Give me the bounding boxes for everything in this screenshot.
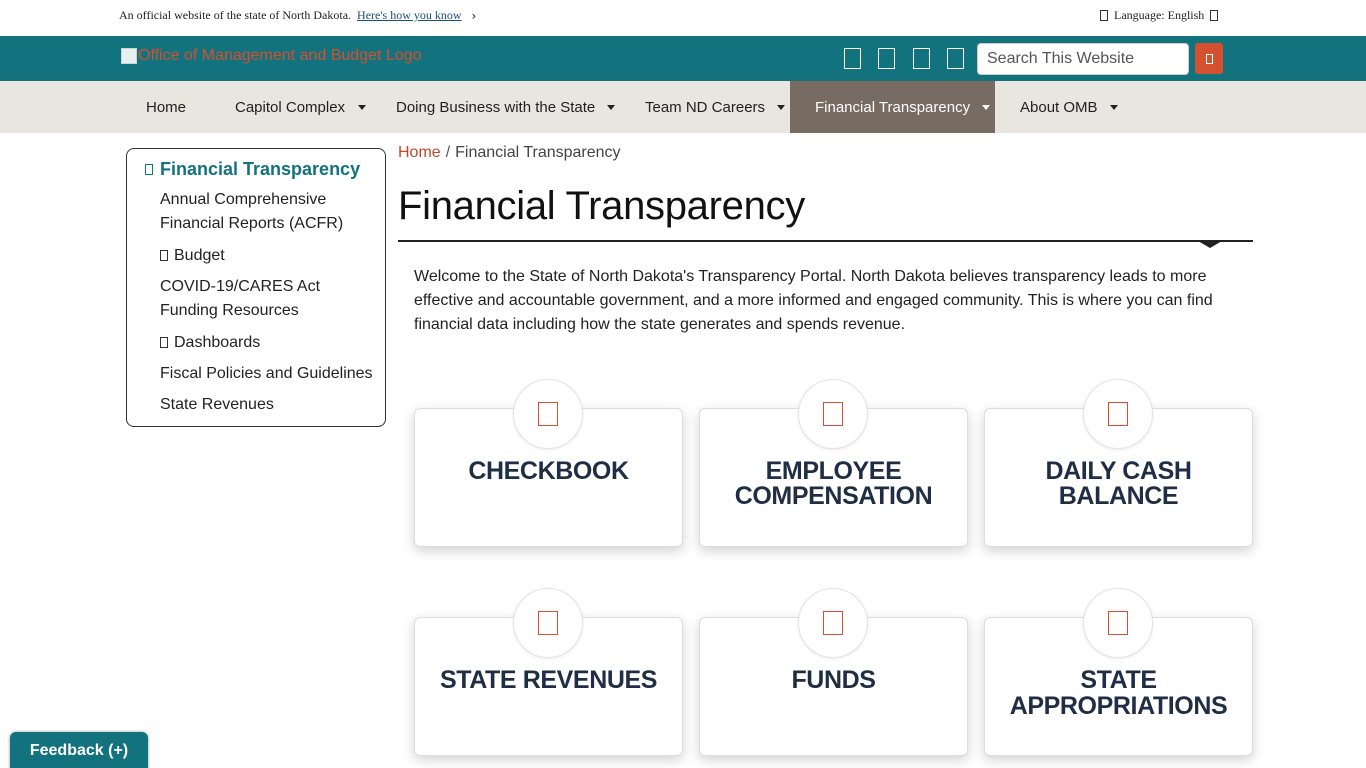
sidebar-item-covid[interactable]: COVID-19/CARES Act Funding Resources [160,275,360,323]
how-you-know-link[interactable]: Here's how you know [357,8,461,23]
expand-icon[interactable] [160,337,168,348]
main-nav: Home Capitol Complex Doing Business with… [0,81,1366,133]
sidebar-item-label: Annual Comprehensive Financial Reports (… [160,191,344,232]
nav-item-capitol-complex[interactable]: Capitol Complex [211,81,371,133]
employee-icon [798,379,868,449]
sidebar-item-dashboards[interactable]: Dashboards [160,331,260,355]
sidebar-item-label: Dashboards [174,334,261,351]
omb-logo[interactable]: Office of Management and Budget Logo [121,47,421,65]
card-title-line1: EMPLOYEE [765,457,902,485]
card-title-line2: BALANCE [1058,482,1179,510]
card-title-line2: COMPENSATION [734,482,933,510]
sidebar-item-label: COVID-19/CARES Act Funding Resources [160,278,321,319]
nav-label: Financial Transparency [815,98,971,116]
nav-label: Capitol Complex [235,98,346,116]
card-title-line1: DAILY CASH [1045,457,1192,485]
feedback-button[interactable]: Feedback (+) [10,732,148,768]
breadcrumb-current: Financial Transparency [455,144,621,161]
nav-item-financial-transparency[interactable]: Financial Transparency [790,81,995,133]
caret-down-icon [607,105,615,110]
sidebar-item-acfr[interactable]: Annual Comprehensive Financial Reports (… [160,188,375,236]
language-selector[interactable]: Language: English [1100,8,1219,23]
revenue-icon [513,588,583,658]
caret-down-icon [982,105,990,110]
official-notice: An official website of the state of Nort… [119,8,476,23]
intro-paragraph: Welcome to the State of North Dakota's T… [414,268,1213,333]
linkedin-icon[interactable] [913,48,930,69]
sidebar-item-label: State Revenues [160,396,274,413]
page-title: Financial Transparency [398,184,805,228]
caret-down-icon [1110,105,1118,110]
card-title-line2: APPROPRIATIONS [1009,692,1228,720]
twitter-icon[interactable] [878,48,895,69]
expand-icon[interactable] [160,250,168,261]
checkbook-icon [513,379,583,449]
card-title: CHECKBOOK [468,457,629,485]
breadcrumb-separator: / [445,144,451,161]
chevron-right-icon[interactable]: › [472,9,477,23]
funds-icon [798,588,868,658]
globe-icon [1100,10,1108,21]
sidebar-item-label: Fiscal Policies and Guidelines [160,365,373,382]
title-divider-notch [1198,241,1222,248]
title-divider [398,240,1253,242]
chevron-down-icon [1210,10,1219,21]
sidebar-item-fiscal-policies[interactable]: Fiscal Policies and Guidelines [160,362,373,386]
search-box [977,43,1189,75]
official-text: An official website of the state of Nort… [119,8,352,22]
sidebar-title-label: Financial Transparency [160,159,361,179]
breadcrumb: Home / Financial Transparency [398,144,621,162]
search-input[interactable] [978,44,1188,74]
card-title: FUNDS [791,666,876,694]
facebook-icon[interactable] [844,48,861,69]
cash-icon [1083,379,1153,449]
breadcrumb-home-link[interactable]: Home [398,144,441,161]
nav-item-home[interactable]: Home [121,81,211,133]
card-title-line1: STATE [1080,666,1157,694]
nav-label: About OMB [1020,98,1098,116]
nav-label: Home [145,98,186,116]
language-label[interactable]: Language: English [1114,8,1204,23]
site-header: Office of Management and Budget Logo [0,36,1366,81]
sidebar-item-state-revenues[interactable]: State Revenues [160,393,274,417]
sidebar-item-label: Budget [174,247,225,264]
appropriations-icon [1083,588,1153,658]
sidebar-item-budget[interactable]: Budget [160,244,225,268]
youtube-icon[interactable] [947,48,964,69]
caret-down-icon [777,105,785,110]
logo-alt-text[interactable]: Office of Management and Budget Logo [138,47,421,65]
caret-down-icon [358,105,366,110]
collapse-icon [145,164,153,175]
sidebar-title[interactable]: Financial Transparency [145,159,360,180]
nav-item-about-omb[interactable]: About OMB [995,81,1125,133]
broken-image-icon [121,48,137,64]
nav-item-doing-business[interactable]: Doing Business with the State [371,81,620,133]
card-title: STATE REVENUES [439,666,658,694]
nav-label: Team ND Careers [645,98,766,116]
official-banner: An official website of the state of Nort… [0,0,1366,36]
search-icon [1205,53,1213,64]
section-sidebar: Financial Transparency Annual Comprehens… [126,148,386,427]
search-button[interactable] [1195,43,1223,74]
nav-item-team-nd-careers[interactable]: Team ND Careers [620,81,790,133]
nav-label: Doing Business with the State [396,98,596,116]
